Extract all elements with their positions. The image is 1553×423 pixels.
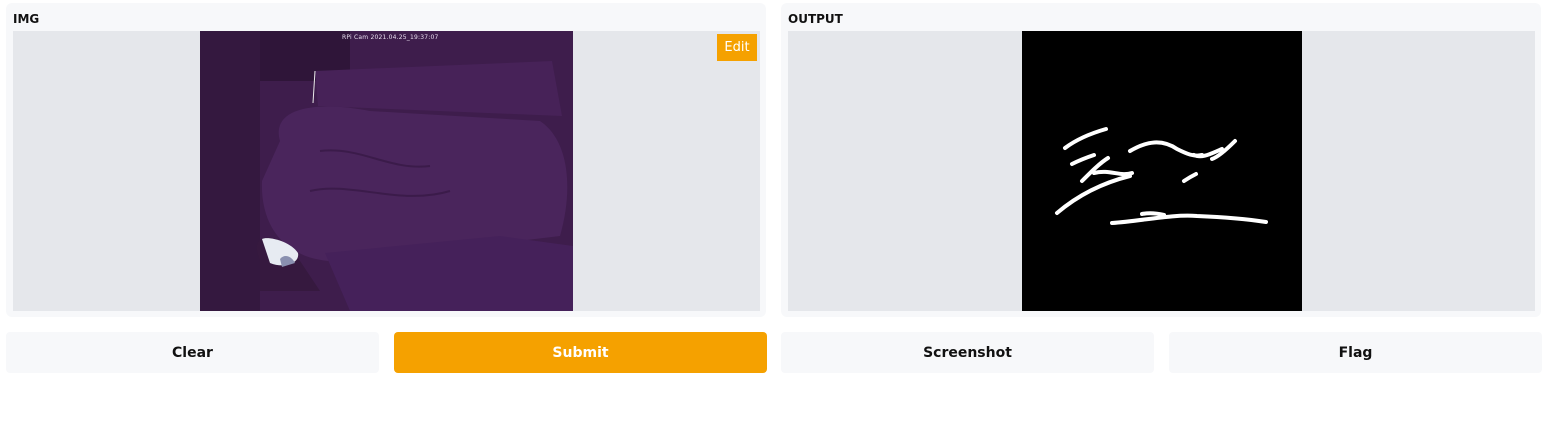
camera-timestamp: RPi Cam 2021.04.25_19:37:07 — [342, 34, 439, 41]
edit-button[interactable]: Edit — [717, 34, 757, 61]
submit-button[interactable]: Submit — [394, 332, 767, 373]
screenshot-button[interactable]: Screenshot — [781, 332, 1154, 373]
input-panel: IMG RPi Cam 2021.04.25_19:37:07 Edit — [6, 3, 766, 317]
clear-button[interactable]: Clear — [6, 332, 379, 373]
flag-button[interactable]: Flag — [1169, 332, 1542, 373]
input-panel-label: IMG — [13, 12, 40, 26]
input-photo — [200, 31, 573, 311]
output-panel-label: OUTPUT — [788, 12, 843, 26]
output-image-stage — [788, 31, 1535, 311]
output-mask-image — [1022, 31, 1302, 311]
input-image-stage[interactable]: RPi Cam 2021.04.25_19:37:07 Edit — [13, 31, 760, 311]
output-panel: OUTPUT — [781, 3, 1541, 317]
